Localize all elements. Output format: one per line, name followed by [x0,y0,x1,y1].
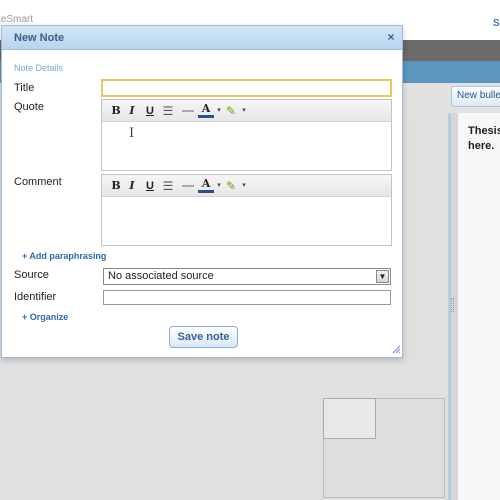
underline-icon[interactable]: U [142,178,158,194]
font-color-icon[interactable]: A [198,178,214,193]
app-logo: teSmart [0,14,34,25]
minimap-viewport[interactable] [323,398,376,439]
chevron-down-icon[interactable]: ▼ [376,270,389,283]
horizontal-rule-icon[interactable] [180,103,196,119]
source-selected-value: No associated source [108,270,214,282]
title-label: Title [14,82,35,94]
dialog-header[interactable]: New Note × [2,26,402,50]
highlight-color-icon[interactable]: ✎ [223,178,239,194]
bullet-list-icon[interactable]: ☰ [160,103,176,119]
splitter-grip-icon[interactable] [451,298,454,312]
chevron-down-icon[interactable]: ▾ [240,103,248,119]
italic-icon[interactable]: I [124,103,140,119]
quote-editor[interactable]: B I U ☰ A ▾ ✎ ▾ I [101,99,392,171]
quote-editor-toolbar: B I U ☰ A ▾ ✎ ▾ [102,100,391,122]
source-label: Source [14,269,49,281]
note-details-heading: Note Details [14,63,64,73]
dialog-title: New Note [14,32,65,44]
chevron-down-icon[interactable]: ▾ [240,178,248,194]
new-bullet-button[interactable]: New bulle [451,86,500,107]
organize-link[interactable]: + Organize [22,312,68,322]
source-select[interactable]: No associated source ▼ [103,268,391,285]
thesis-panel [458,113,500,500]
top-nav-link[interactable]: S [493,18,500,29]
comment-label: Comment [14,176,62,188]
comment-editor-toolbar: B I U ☰ A ▾ ✎ ▾ [102,175,391,197]
italic-icon[interactable]: I [124,178,140,194]
title-field[interactable] [101,79,392,97]
comment-editor[interactable]: B I U ☰ A ▾ ✎ ▾ [101,174,392,246]
bold-icon[interactable]: B [108,103,124,119]
comment-text-area[interactable] [102,197,391,245]
bold-icon[interactable]: B [108,178,124,194]
bullet-list-icon[interactable]: ☰ [160,178,176,194]
text-cursor-icon: I [129,126,135,141]
horizontal-rule-icon[interactable] [180,178,196,194]
identifier-label: Identifier [14,291,57,303]
highlight-color-icon[interactable]: ✎ [223,103,239,119]
quote-text-area[interactable]: I [102,122,391,170]
new-note-dialog: New Note × Note Details Title Quote B I … [1,25,403,358]
chevron-down-icon[interactable]: ▾ [215,103,223,119]
font-color-icon[interactable]: A [198,103,214,118]
save-note-button[interactable]: Save note [169,326,238,348]
identifier-field[interactable] [103,290,391,305]
quote-label: Quote [14,101,44,113]
underline-icon[interactable]: U [142,103,158,119]
thesis-text[interactable]: Thesis here. [468,124,500,154]
add-paraphrasing-link[interactable]: + Add paraphrasing [22,251,106,261]
chevron-down-icon[interactable]: ▾ [215,178,223,194]
resize-grip-icon[interactable] [391,344,401,354]
close-icon[interactable]: × [385,30,397,44]
